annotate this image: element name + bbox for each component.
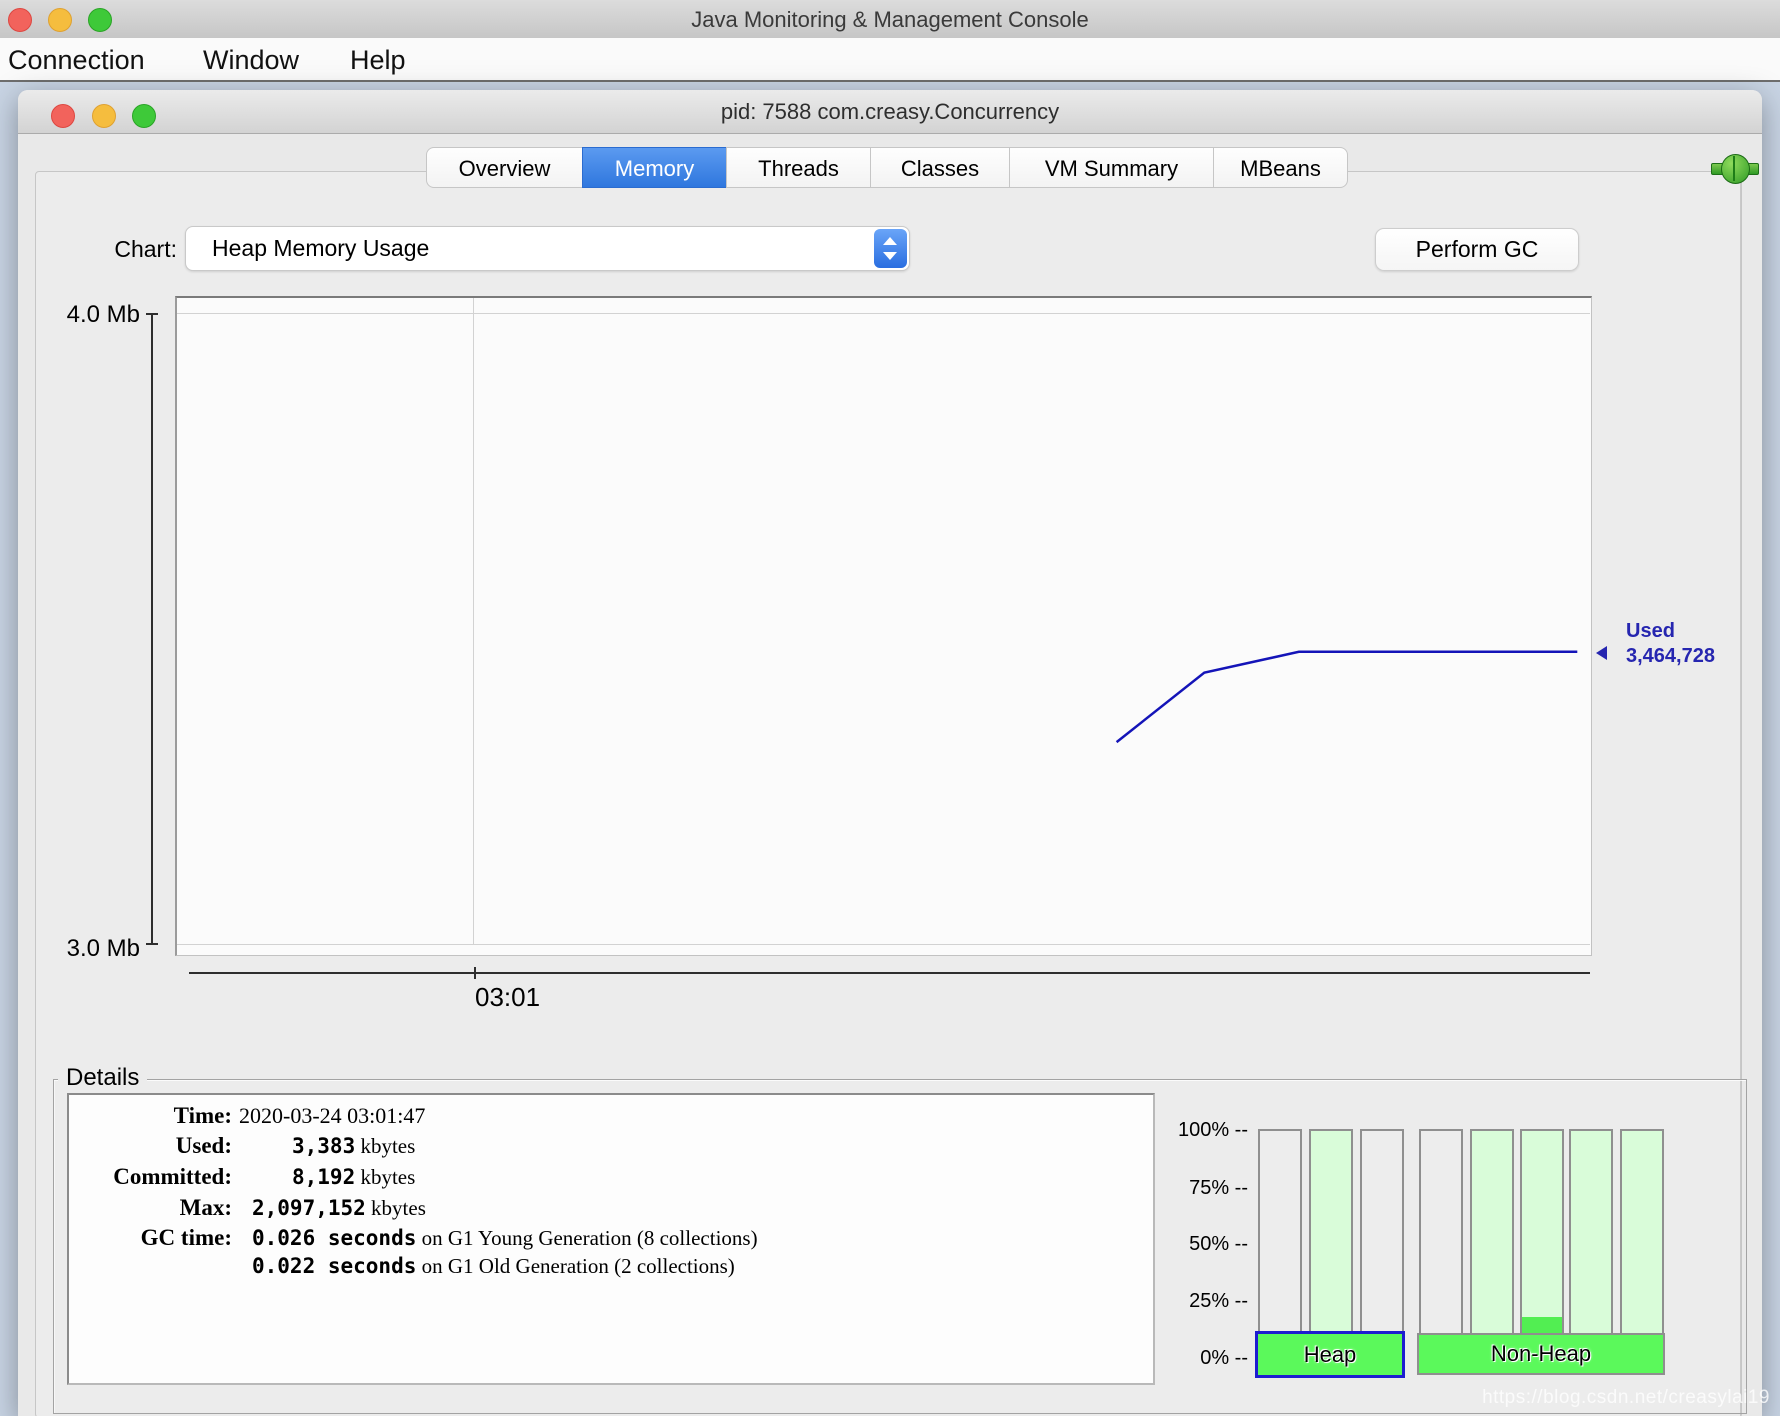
used-heap-line — [177, 298, 1590, 955]
y-axis-tick — [146, 943, 158, 945]
pool-axis-50: 50% -- — [1118, 1233, 1248, 1256]
window-title: pid: 7588 com.creasy.Concurrency — [18, 99, 1762, 125]
outer-titlebar: Java Monitoring & Management Console — [0, 0, 1780, 39]
chevron-up-down-icon — [874, 229, 907, 268]
tab-bar: Overview Memory Threads Classes VM Summa… — [427, 147, 1348, 188]
pool-bar-heap — [1258, 1129, 1302, 1363]
x-axis-label: 03:01 — [475, 982, 540, 1013]
inner-titlebar: pid: 7588 com.creasy.Concurrency — [18, 90, 1762, 134]
x-axis-tick — [474, 967, 476, 979]
pool-bar-non-heap — [1569, 1129, 1613, 1363]
menu-help[interactable]: Help — [350, 45, 406, 76]
memory-usage-plot — [175, 296, 1592, 956]
pool-axis-100: 100% -- — [1118, 1119, 1248, 1142]
y-axis-tick — [146, 313, 158, 315]
chart-select-value: Heap Memory Usage — [212, 235, 429, 262]
non-heap-button[interactable]: Non-Heap — [1417, 1333, 1665, 1375]
chart-dropdown-label: Chart: — [87, 236, 177, 263]
pool-bar-heap — [1360, 1129, 1404, 1363]
tab-classes[interactable]: Classes — [870, 147, 1010, 188]
detail-row: 0.022 seconds on G1 Old Generation (2 co… — [69, 1253, 1129, 1283]
pool-bar-non-heap — [1470, 1129, 1514, 1363]
y-axis-label-bottom: 3.0 Mb — [40, 935, 140, 963]
x-axis — [189, 972, 1590, 974]
menu-window[interactable]: Window — [203, 45, 299, 76]
pool-bar-non-heap — [1419, 1129, 1463, 1363]
pool-bar-heap — [1309, 1129, 1353, 1363]
detail-row: Time: 2020-03-24 03:01:47 — [69, 1103, 1129, 1133]
used-series-label: Used — [1626, 620, 1776, 643]
details-text-area: Time: 2020-03-24 03:01:47 Used: 3,383 kb… — [67, 1093, 1155, 1385]
memory-pool-bars — [1258, 1129, 1668, 1363]
connection-status-icon — [1711, 154, 1759, 184]
detail-row: Used: 3,383 kbytes — [69, 1133, 1129, 1163]
perform-gc-button[interactable]: Perform GC — [1375, 228, 1579, 271]
tab-threads[interactable]: Threads — [726, 147, 871, 188]
details-title: Details — [58, 1064, 147, 1092]
detail-row: Max: 2,097,152 kbytes — [69, 1195, 1129, 1225]
tab-vm-summary[interactable]: VM Summary — [1009, 147, 1214, 188]
used-marker-icon — [1596, 646, 1607, 660]
chart-select[interactable]: Heap Memory Usage — [185, 226, 910, 271]
heap-button[interactable]: Heap — [1255, 1331, 1405, 1378]
tab-memory[interactable]: Memory — [582, 147, 727, 188]
pool-axis-75: 75% -- — [1118, 1177, 1248, 1200]
tab-overview[interactable]: Overview — [426, 147, 583, 188]
pool-bar-non-heap — [1520, 1129, 1564, 1363]
y-axis-label-top: 4.0 Mb — [40, 301, 140, 329]
menu-bar: Connection Window Help — [0, 38, 1780, 82]
menu-connection[interactable]: Connection — [8, 45, 145, 76]
used-series-value: 3,464,728 — [1626, 645, 1776, 668]
watermark-text: https://blog.csdn.net/creasylai19 — [1370, 1387, 1770, 1409]
outer-window-title: Java Monitoring & Management Console — [0, 7, 1780, 33]
pool-axis-0: 0% -- — [1118, 1347, 1248, 1370]
pool-bar-non-heap — [1620, 1129, 1664, 1363]
y-axis — [151, 313, 153, 944]
detail-row: GC time: 0.026 seconds on G1 Young Gener… — [69, 1225, 1129, 1255]
detail-row: Committed: 8,192 kbytes — [69, 1164, 1129, 1194]
tab-mbeans[interactable]: MBeans — [1213, 147, 1348, 188]
pool-axis-25: 25% -- — [1118, 1290, 1248, 1313]
app-window: pid: 7588 com.creasy.Concurrency Overvie… — [18, 90, 1762, 1416]
screen: Java Monitoring & Management Console Con… — [0, 0, 1780, 1416]
